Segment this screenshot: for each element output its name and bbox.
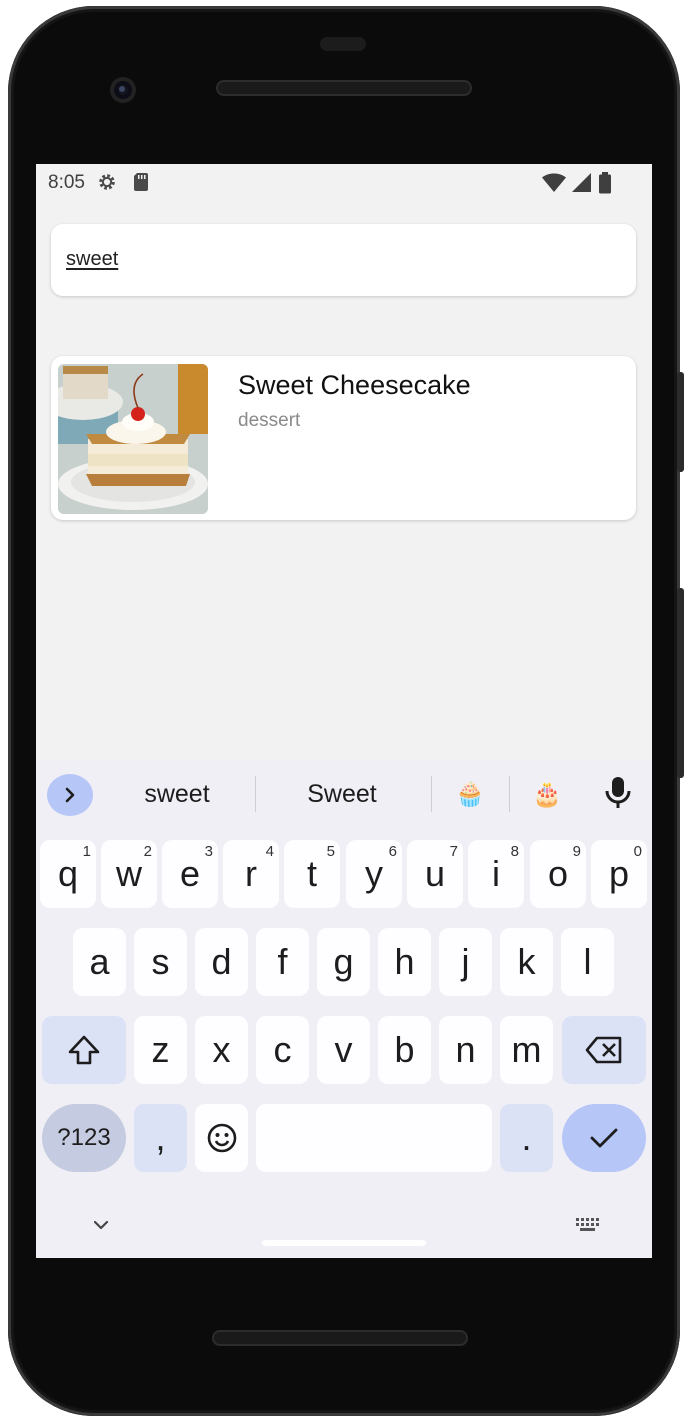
key-q[interactable]: q1 [40, 840, 96, 908]
power-button [677, 372, 684, 472]
key-j[interactable]: j [439, 928, 492, 996]
status-icons-right [542, 172, 612, 200]
symbols-key[interactable]: ?123 [42, 1104, 126, 1172]
gesture-navigation-handle[interactable] [262, 1240, 426, 1246]
key-x[interactable]: x [195, 1016, 248, 1084]
key-label: q [57, 853, 79, 894]
key-p[interactable]: p0 [591, 840, 647, 908]
space-key[interactable] [256, 1104, 492, 1172]
key-b[interactable]: b [378, 1016, 431, 1084]
signal-icon [572, 173, 592, 199]
hide-keyboard-chevron-down-icon[interactable] [92, 1218, 110, 1237]
bottom-speaker-grille [212, 1330, 468, 1346]
microphone-icon[interactable] [604, 776, 632, 815]
status-bar: 8:05 [36, 164, 652, 202]
key-label: i [492, 853, 500, 894]
enter-key[interactable] [562, 1104, 646, 1172]
key-t[interactable]: t5 [284, 840, 340, 908]
key-v[interactable]: v [317, 1016, 370, 1084]
keyboard-bottom-bar [36, 1200, 652, 1258]
suggestion-1[interactable]: sweet [122, 780, 232, 809]
backspace-key[interactable] [562, 1016, 646, 1084]
key-hint: 7 [449, 843, 458, 860]
key-i[interactable]: i8 [468, 840, 524, 908]
shift-key[interactable] [42, 1016, 126, 1084]
settings-gear-icon [96, 171, 118, 199]
key-hint: 2 [143, 843, 152, 860]
suggestion-strip: sweet Sweet 🧁 🎂 [36, 760, 652, 832]
key-label: o [547, 853, 569, 894]
search-input-value[interactable]: sweet [66, 248, 118, 271]
key-label: e [179, 853, 201, 894]
key-hint: 6 [388, 843, 397, 860]
key-l[interactable]: l [561, 928, 614, 996]
comma-key[interactable]: , [134, 1104, 187, 1172]
screen: 8:05 sweet Sweet Cheesecake dessert swee… [36, 164, 652, 1258]
key-f[interactable]: f [256, 928, 309, 996]
key-g[interactable]: g [317, 928, 370, 996]
recipe-result-card[interactable]: Sweet Cheesecake dessert [51, 356, 636, 520]
key-hint: 1 [82, 843, 91, 860]
key-n[interactable]: n [439, 1016, 492, 1084]
key-c[interactable]: c [256, 1016, 309, 1084]
suggestion-divider [255, 776, 256, 812]
key-hint: 0 [633, 843, 642, 860]
shift-arrow-icon [68, 1035, 100, 1065]
chevron-right-icon [65, 787, 75, 803]
key-label: t [306, 853, 317, 894]
key-z[interactable]: z [134, 1016, 187, 1084]
key-label: u [424, 853, 446, 894]
soft-keyboard: sweet Sweet 🧁 🎂 q1 w2 e3 r4 t5 y6 u7 i8 … [36, 760, 652, 1258]
smiley-icon [207, 1123, 236, 1153]
key-s[interactable]: s [134, 928, 187, 996]
recipe-thumbnail [58, 364, 208, 514]
battery-icon [598, 172, 612, 200]
result-category: dessert [238, 410, 301, 431]
key-label: y [365, 853, 383, 894]
key-m[interactable]: m [500, 1016, 553, 1084]
key-hint: 3 [204, 843, 213, 860]
key-y[interactable]: y6 [346, 840, 402, 908]
key-hint: 4 [265, 843, 274, 860]
key-label: w [116, 853, 142, 894]
emoji-suggestion-cake[interactable]: 🎂 [525, 780, 569, 809]
sd-card-icon [132, 171, 150, 199]
key-label: p [608, 853, 630, 894]
key-hint: 5 [326, 843, 335, 860]
key-e[interactable]: e3 [162, 840, 218, 908]
key-w[interactable]: w2 [101, 840, 157, 908]
volume-button [677, 588, 684, 778]
key-k[interactable]: k [500, 928, 553, 996]
suggestion-divider [509, 776, 510, 812]
status-time: 8:05 [48, 172, 85, 193]
search-field[interactable]: sweet [51, 224, 636, 296]
top-speaker-grille [216, 80, 472, 96]
key-r[interactable]: r4 [223, 840, 279, 908]
result-title: Sweet Cheesecake [238, 370, 471, 400]
key-label: r [245, 853, 257, 894]
key-hint: 9 [572, 843, 581, 860]
earpiece [320, 37, 366, 51]
suggestion-2[interactable]: Sweet [287, 780, 397, 809]
key-a[interactable]: a [73, 928, 126, 996]
emoji-key[interactable] [195, 1104, 248, 1172]
key-o[interactable]: o9 [530, 840, 586, 908]
expand-toolbar-button[interactable] [47, 774, 93, 816]
front-camera-icon [110, 77, 136, 103]
checkmark-icon [590, 1128, 618, 1148]
backspace-icon [585, 1036, 622, 1064]
key-u[interactable]: u7 [407, 840, 463, 908]
emoji-suggestion-cupcake[interactable]: 🧁 [448, 780, 492, 809]
wifi-icon [542, 173, 566, 199]
period-key[interactable]: . [500, 1104, 553, 1172]
key-hint: 8 [510, 843, 519, 860]
key-h[interactable]: h [378, 928, 431, 996]
keyboard-switcher-icon[interactable] [576, 1218, 600, 1237]
suggestion-divider [431, 776, 432, 812]
key-d[interactable]: d [195, 928, 248, 996]
